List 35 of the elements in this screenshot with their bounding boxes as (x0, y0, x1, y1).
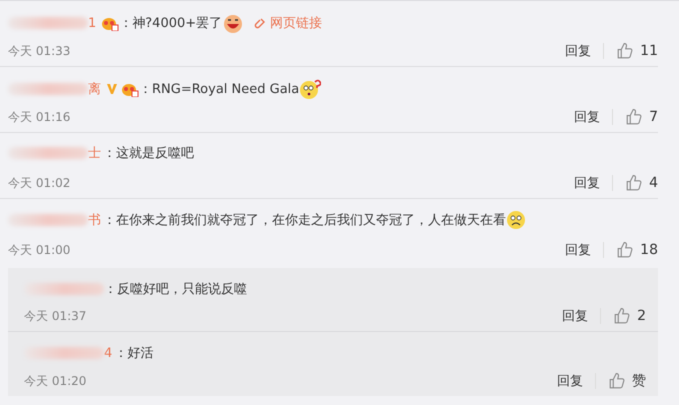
reply-link[interactable]: 回复 (565, 241, 592, 259)
laughing-emoji-icon (222, 12, 244, 34)
verified-v-icon (106, 83, 118, 95)
reply-link[interactable]: 回复 (574, 108, 600, 126)
comment-text: ：这就是反噬吧 (103, 145, 194, 162)
like-button[interactable]: 4 (625, 174, 658, 192)
comment-text: ：RNG=Royal Need Gala (139, 81, 300, 98)
like-button[interactable]: 11 (616, 42, 658, 60)
thumbs-up-icon (616, 241, 634, 259)
timestamp: 今天 01:33 (8, 42, 70, 60)
comment-text: ：神?4000+罢了 (119, 15, 222, 32)
thumbs-up-icon (616, 42, 634, 60)
like-button[interactable]: 赞 (608, 372, 646, 390)
reply-link[interactable]: 回复 (562, 307, 588, 325)
comment-text: ：好活 (114, 345, 154, 362)
timestamp: 今天 01:16 (8, 108, 70, 126)
reply-link[interactable]: 回复 (565, 42, 592, 60)
thumbs-up-icon (608, 372, 626, 390)
timestamp: 今天 01:02 (8, 174, 70, 192)
sad-emoji-icon (506, 210, 526, 230)
timestamp: 今天 01:00 (8, 242, 70, 258)
thumbs-up-icon (625, 174, 644, 192)
comment-text: ：反噬好吧，只能说反噬 (104, 281, 247, 298)
reply-link[interactable]: 回复 (574, 174, 600, 192)
confused-emoji-icon (299, 78, 322, 100)
like-button[interactable]: 7 (625, 108, 658, 126)
reply-link[interactable]: 回复 (557, 372, 583, 390)
like-button[interactable]: 18 (616, 241, 658, 259)
comment-text: ：在你来之前我们就夺冠了，在你走之后我们又夺冠了，人在做天在看 (103, 212, 506, 229)
timestamp: 今天 01:37 (24, 308, 86, 324)
link-icon (254, 17, 266, 29)
thumbs-up-icon (613, 307, 632, 325)
thumbs-up-icon (625, 108, 644, 126)
timestamp: 今天 01:20 (24, 372, 86, 390)
like-button[interactable]: 2 (613, 307, 646, 325)
